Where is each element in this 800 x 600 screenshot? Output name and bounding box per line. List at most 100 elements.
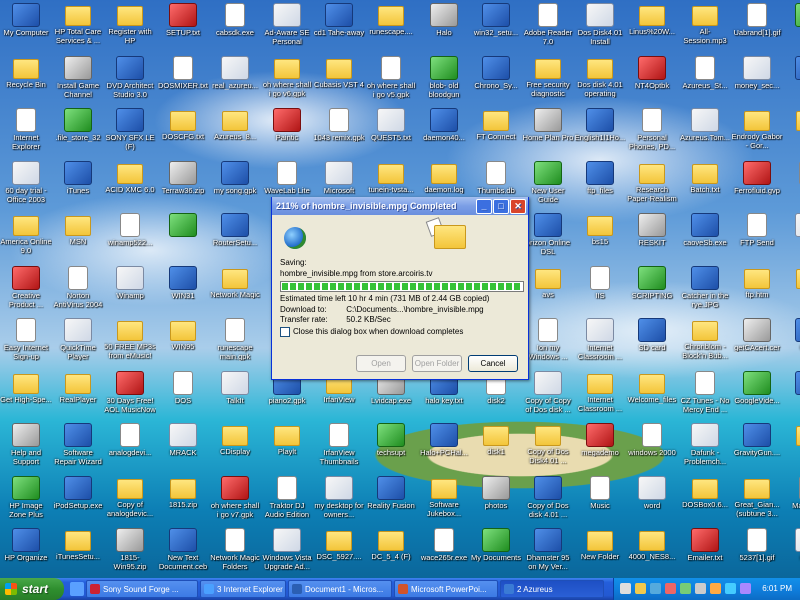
desktop-icon[interactable]: Halo+PCHal... (418, 422, 470, 474)
desktop-icon[interactable]: oh where shall i go v7.gpk (209, 475, 261, 527)
desktop-icon[interactable]: Ver (783, 2, 800, 54)
desktop-icon[interactable]: Paintic (261, 107, 313, 159)
desktop-icon[interactable]: Azureus_8... (209, 107, 261, 159)
desktop-icon[interactable]: Cubasis VST 4 (313, 55, 365, 107)
desktop-icon[interactable]: SCRIPTING (626, 265, 678, 317)
tray-icon[interactable] (725, 583, 736, 594)
open-button[interactable]: Open (356, 355, 406, 372)
desktop-icon[interactable]: Dhamster 95 on My Ver... (522, 527, 574, 579)
desktop-icon[interactable]: photos (470, 475, 522, 527)
desktop-icon[interactable]: RealPlayer (52, 370, 104, 422)
desktop-icon[interactable]: Azureus.Tom... (679, 107, 731, 159)
desktop-icon[interactable]: Reality Fusion (365, 475, 417, 527)
desktop-icon[interactable]: DOSBox0.6... (679, 475, 731, 527)
desktop-icon[interactable]: daemon40... (418, 107, 470, 159)
desktop-icon[interactable]: Halo (418, 2, 470, 54)
desktop-icon[interactable]: analogdevi... (104, 422, 156, 474)
desktop-icon[interactable]: runescape.... (365, 2, 417, 54)
tray-icon[interactable] (680, 583, 691, 594)
desktop-icon[interactable]: Emailer.txt (679, 527, 731, 579)
desktop-icon[interactable]: WIN31 (157, 265, 209, 317)
desktop-icon[interactable]: SETUP.txt (157, 2, 209, 54)
tray-icon[interactable] (635, 583, 646, 594)
tray-arrow-icon[interactable] (620, 583, 631, 594)
desktop-icon[interactable]: Software Jukebox... (418, 475, 470, 527)
desktop-icon[interactable]: DOS (157, 370, 209, 422)
desktop-icon[interactable]: word (626, 475, 678, 527)
desktop-icon[interactable]: 5237[1].gif (731, 527, 783, 579)
desktop-icon[interactable]: HP Organize (0, 527, 52, 579)
desktop-icon[interactable]: oh where shall i go v5.gpk (365, 55, 417, 107)
desktop-icon[interactable]: RouterSetu... (209, 212, 261, 264)
desktop-icon[interactable]: Uabrand[1].gif (731, 2, 783, 54)
desktop-icon[interactable]: bs15 (574, 212, 626, 264)
desktop-icon[interactable]: Class (783, 317, 800, 369)
desktop-icon[interactable]: Ad-Aware SE Personal (261, 2, 313, 54)
desktop-icon[interactable]: Recycle Bin (0, 55, 52, 107)
desktop-icon[interactable]: HP Total Care Services & ... (52, 2, 104, 54)
maximize-button[interactable]: □ (493, 199, 509, 214)
tray-icon[interactable] (710, 583, 721, 594)
desktop-icon[interactable] (783, 212, 800, 264)
desktop-icon[interactable]: 1043 remix.gpk (313, 107, 365, 159)
desktop-icon[interactable]: win32_setu... (470, 2, 522, 54)
desktop-icon[interactable]: Inst (783, 370, 800, 422)
desktop-icon[interactable]: Ferrofluid.gvp (731, 160, 783, 212)
desktop-icon[interactable]: Internet Classroom ... (574, 317, 626, 369)
desktop-icon[interactable]: GoogleVide... (731, 370, 783, 422)
desktop-icon[interactable]: orizon Online DSL (522, 212, 574, 264)
desktop-icon[interactable]: WIN95 (157, 317, 209, 369)
desktop-icon[interactable]: Dos disk 4.01 operating (574, 55, 626, 107)
desktop-icon[interactable]: 60 day trial - Office 2003 (0, 160, 52, 212)
desktop-icon[interactable]: avs (522, 265, 574, 317)
quicklaunch-ie-icon[interactable] (70, 582, 84, 596)
start-button[interactable]: start (0, 578, 64, 600)
desktop-icon[interactable]: GravityGun.... (731, 422, 783, 474)
desktop-icon[interactable]: Help and Support (0, 422, 52, 474)
desktop-icon[interactable]: Great_Gian... (subtune 3... (731, 475, 783, 527)
desktop-icon[interactable]: ftp_files (574, 160, 626, 212)
desktop-icon[interactable]: Research Paper-Realism (626, 160, 678, 212)
dialog-titlebar[interactable]: 211% of hombre_invisible.mpg Completed _… (272, 197, 528, 215)
desktop-icon[interactable]: TalkIt (209, 370, 261, 422)
desktop-icon[interactable]: Register with HP (104, 2, 156, 54)
desktop-icon[interactable]: My Documents (470, 527, 522, 579)
desktop-icon[interactable]: Endrody Gabor - Gor... (731, 107, 783, 159)
desktop-icon[interactable]: Playlt (261, 422, 313, 474)
desktop-icon[interactable]: Network Magic (209, 265, 261, 317)
minimize-button[interactable]: _ (476, 199, 492, 214)
desktop-icon[interactable]: winamp522... (104, 212, 156, 264)
desktop-icon[interactable]: Azureus_St... (679, 55, 731, 107)
desktop-icon[interactable]: Ion my Windows ... (522, 317, 574, 369)
tray-network-icon[interactable] (650, 583, 661, 594)
desktop-icon[interactable]: My Computer (0, 2, 52, 54)
desktop-icon[interactable]: ACID XMC 6.0 (104, 160, 156, 212)
close-button[interactable]: ✕ (510, 199, 526, 214)
desktop-icon[interactable]: QUEST5.txt (365, 107, 417, 159)
desktop-icon[interactable]: MRACK (157, 422, 209, 474)
desktop-icon[interactable]: getCAcert.cer (731, 317, 783, 369)
desktop-icon[interactable]: DOSCFG.txt (157, 107, 209, 159)
desktop-icon[interactable]: windows 2000 (626, 422, 678, 474)
desktop-icon[interactable]: Network Magic Folders (209, 527, 261, 579)
desktop-icon[interactable]: 1815.zip (157, 475, 209, 527)
desktop-icon[interactable]: Copy of Copy of Dos disk ... (522, 370, 574, 422)
desktop-icon[interactable]: Easy Internet Sign-up (0, 317, 52, 369)
desktop-icon[interactable]: Dos Disk4.01 Install (574, 2, 626, 54)
desktop-icon[interactable]: 1815-Win95.zip (104, 527, 156, 579)
task-button-azureus[interactable]: 2 Azureus (500, 580, 604, 598)
task-button-sound-forge[interactable]: Sony Sound Forge ... (86, 580, 198, 598)
desktop-icon[interactable]: English1l1Ho... (574, 107, 626, 159)
desktop-icon[interactable]: HP Image Zone Plus (0, 475, 52, 527)
desktop-icon[interactable]: wace265r.exe (418, 527, 470, 579)
desktop-icon[interactable]: New User Guide (522, 160, 574, 212)
desktop-icon[interactable]: Software Repair Wizard (52, 422, 104, 474)
desktop-icon[interactable]: runescape main.gpk (209, 317, 261, 369)
desktop-icon[interactable]: 4000_NES8... (626, 527, 678, 579)
desktop-icon[interactable] (157, 212, 209, 264)
desktop-icon[interactable]: .file_store_32 (52, 107, 104, 159)
desktop-icon[interactable]: ftp.htm (731, 265, 783, 317)
desktop-icon[interactable]: ib3 (783, 107, 800, 159)
desktop-icon[interactable]: America Online 9.0 (0, 212, 52, 264)
open-folder-button[interactable]: Open Folder (412, 355, 462, 372)
